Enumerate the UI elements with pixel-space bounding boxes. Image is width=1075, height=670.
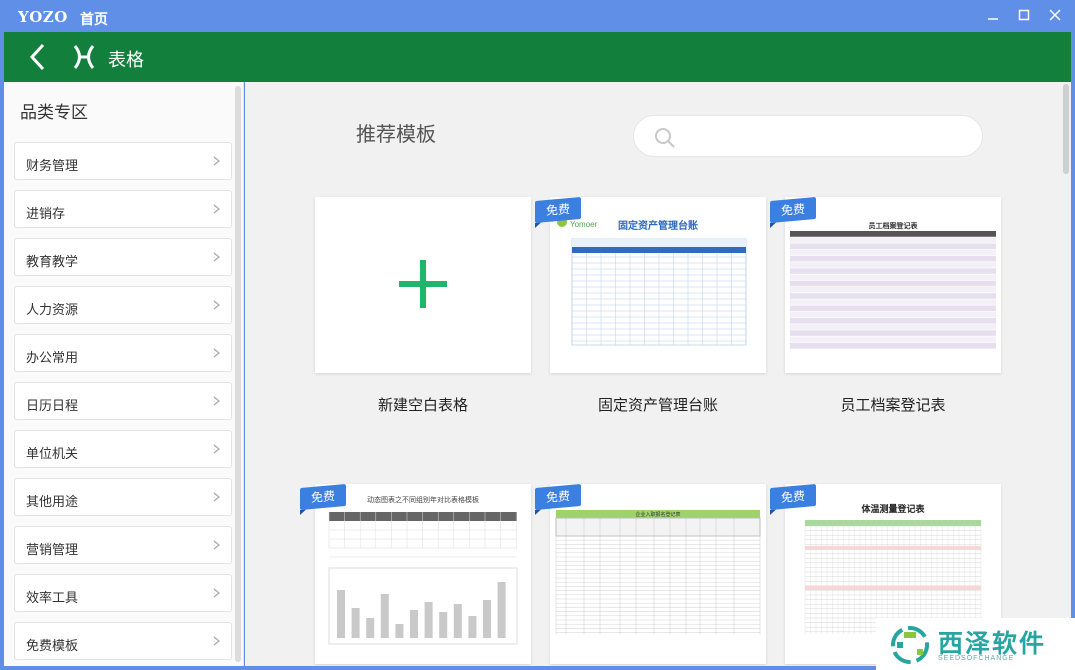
sidebar-item-inventory[interactable]: 进销存 (14, 190, 232, 228)
sidebar-item-label: 免费模板 (26, 638, 79, 653)
sidebar-item-free[interactable]: 免费模板 (14, 622, 232, 660)
main-scrollbar[interactable] (1063, 84, 1069, 174)
thumb-heading: 企业入职报名登记表 (635, 511, 680, 518)
sidebar-item-office[interactable]: 办公常用 (14, 334, 232, 372)
chevron-right-icon (213, 636, 220, 646)
sidebar-item-label: 办公常用 (26, 350, 79, 365)
template-card-dynamic-chart[interactable]: 动态图表之不同组别年对比表格模板 (315, 484, 531, 664)
template-title: 员工档案登记表 (840, 397, 946, 414)
chevron-right-icon (213, 588, 220, 598)
category-sidebar: 品类专区 财务管理 进销存 教育教学 人力资源 办公常用 日历日程 单位机关 其… (4, 82, 244, 666)
search-box[interactable] (633, 115, 983, 157)
sidebar-scrollbar[interactable] (235, 86, 241, 662)
sidebar-item-label: 营销管理 (26, 542, 79, 557)
sidebar-item-efficiency[interactable]: 效率工具 (14, 574, 232, 612)
chevron-right-icon (213, 492, 220, 502)
sidebar-item-label: 单位机关 (26, 446, 79, 461)
sidebar-item-marketing[interactable]: 营销管理 (14, 526, 232, 564)
yozo-logo: YOZO (18, 8, 68, 26)
seeds-logo-icon (891, 626, 929, 664)
home-tab[interactable]: 首页 (80, 9, 108, 29)
spreadsheet-x-icon (72, 44, 96, 70)
sidebar-item-label: 其他用途 (26, 494, 79, 509)
chevron-right-icon (213, 300, 220, 310)
thumb-heading: 固定资产管理台账 (618, 219, 698, 232)
template-thumbnail: 动态图表之不同组别年对比表格模板 (328, 495, 518, 645)
search-icon (655, 128, 675, 148)
chevron-right-icon (213, 156, 220, 166)
sidebar-item-label: 进销存 (26, 206, 66, 221)
template-gallery: 推荐模板 新建空白表格 Yomoer 固定资产管理台账 免费 固定资产管理台账 (245, 82, 1071, 666)
template-title: 固定资产管理台账 (597, 397, 718, 414)
sidebar-item-label: 人力资源 (26, 302, 79, 317)
free-badge: 免费 (300, 483, 346, 511)
template-thumbnail: 企业入职报名登记表 (555, 510, 761, 634)
sidebar-item-hr[interactable]: 人力资源 (14, 286, 232, 324)
back-button[interactable] (26, 42, 50, 72)
sidebar-item-government[interactable]: 单位机关 (14, 430, 232, 468)
template-card-asset-ledger[interactable]: Yomoer 固定资产管理台账 (550, 197, 766, 373)
maximize-icon[interactable] (1014, 6, 1034, 26)
chevron-right-icon (213, 204, 220, 214)
free-badge: 免费 (535, 483, 581, 511)
watermark-subtext: SEEDSOFCHANGE (938, 655, 1015, 662)
sidebar-item-finance[interactable]: 财务管理 (14, 142, 232, 180)
category-list: 财务管理 进销存 教育教学 人力资源 办公常用 日历日程 单位机关 其他用途 营… (14, 142, 232, 670)
free-badge: 免费 (770, 483, 816, 511)
free-badge: 免费 (535, 196, 581, 224)
sidebar-item-education[interactable]: 教育教学 (14, 238, 232, 276)
close-icon[interactable] (1045, 6, 1065, 26)
thumb-heading: 体温测量登记表 (861, 503, 925, 514)
sidebar-item-other[interactable]: 其他用途 (14, 478, 232, 516)
template-thumbnail: Yomoer 固定资产管理台账 (557, 217, 747, 346)
chevron-left-icon (29, 43, 45, 71)
sidebar-item-label: 教育教学 (26, 254, 79, 269)
app-header: 表格 (4, 32, 1071, 82)
sidebar-item-calendar[interactable]: 日历日程 (14, 382, 232, 420)
plus-icon (399, 260, 447, 308)
chevron-right-icon (213, 348, 220, 358)
minimize-icon[interactable] (983, 6, 1003, 26)
template-thumbnail: 员工档案登记表 (790, 221, 996, 349)
thumb-logo: Yomoer (570, 220, 598, 229)
watermark: 西泽软件 SEEDSOFCHANGE (876, 618, 1075, 670)
free-badge: 免费 (770, 196, 816, 224)
search-input[interactable] (682, 124, 962, 148)
chevron-right-icon (213, 396, 220, 406)
section-heading: 推荐模板 (356, 122, 436, 146)
app-title: 表格 (108, 50, 144, 70)
template-card-employee-records[interactable]: 员工档案登记表 (785, 197, 1001, 373)
sidebar-item-label: 效率工具 (26, 590, 79, 605)
sidebar-heading: 品类专区 (20, 103, 88, 122)
chevron-right-icon (213, 444, 220, 454)
chevron-right-icon (213, 252, 220, 262)
template-title: 新建空白表格 (377, 397, 468, 414)
sidebar-item-label: 日历日程 (26, 398, 79, 413)
thumb-heading: 员工档案登记表 (869, 221, 919, 230)
thumb-heading: 动态图表之不同组别年对比表格模板 (367, 495, 479, 504)
template-card-onboarding-form[interactable]: 企业入职报名登记表 (550, 484, 766, 664)
template-card-blank[interactable] (315, 197, 531, 373)
title-bar: YOZO 首页 (0, 0, 1075, 32)
chevron-right-icon (213, 540, 220, 550)
sidebar-item-label: 财务管理 (26, 158, 79, 173)
